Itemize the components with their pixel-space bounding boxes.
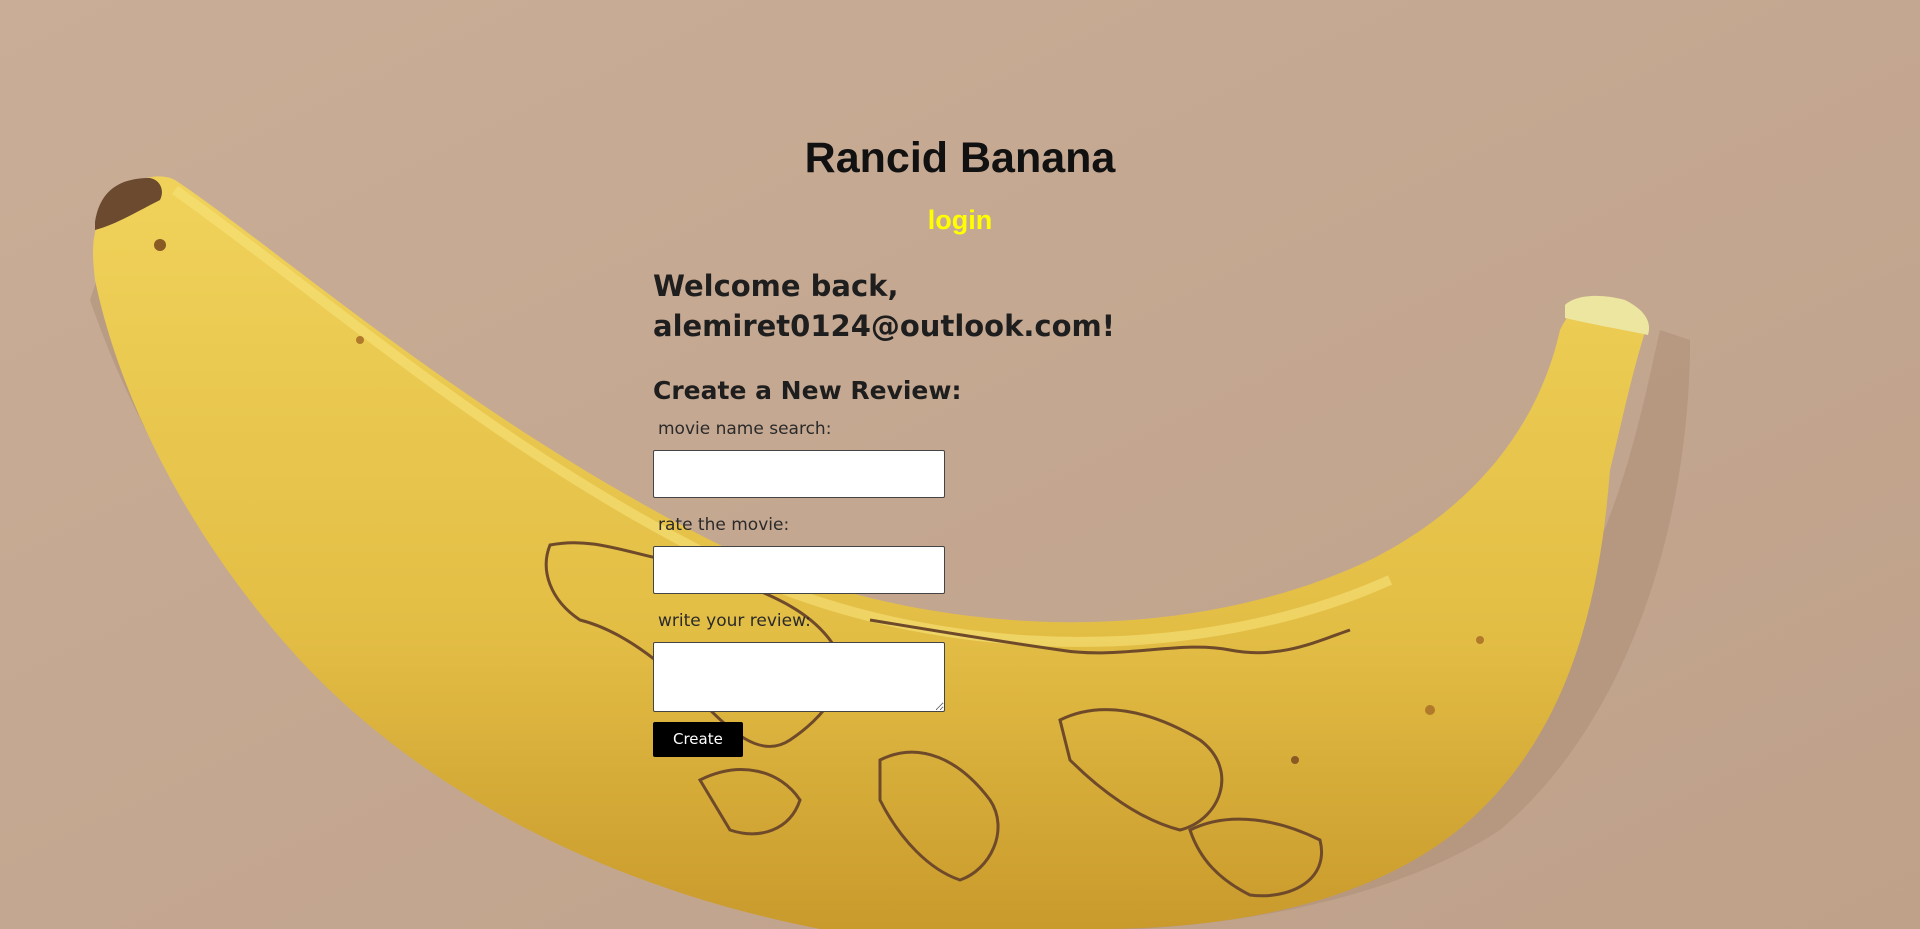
review-textarea[interactable] <box>653 642 945 712</box>
review-label: write your review: <box>658 611 811 631</box>
movie-search-input[interactable] <box>653 450 945 498</box>
rating-label: rate the movie: <box>658 515 790 535</box>
movie-search-label: movie name search: <box>658 419 832 439</box>
welcome-message: Welcome back, alemiret0124@outlook.com! <box>653 269 1115 343</box>
create-button[interactable]: Create <box>653 722 743 757</box>
main-section: Welcome back, alemiret0124@outlook.com! … <box>653 266 1213 757</box>
form-heading: Create a New Review: <box>653 376 962 405</box>
login-link[interactable]: login <box>0 202 1920 238</box>
rating-input[interactable] <box>653 546 945 594</box>
page-content: Rancid Banana login Welcome back, alemir… <box>0 0 1920 929</box>
create-review-form: Create a New Review: movie name search: … <box>653 374 1213 757</box>
site-title: Rancid Banana <box>804 134 1116 182</box>
